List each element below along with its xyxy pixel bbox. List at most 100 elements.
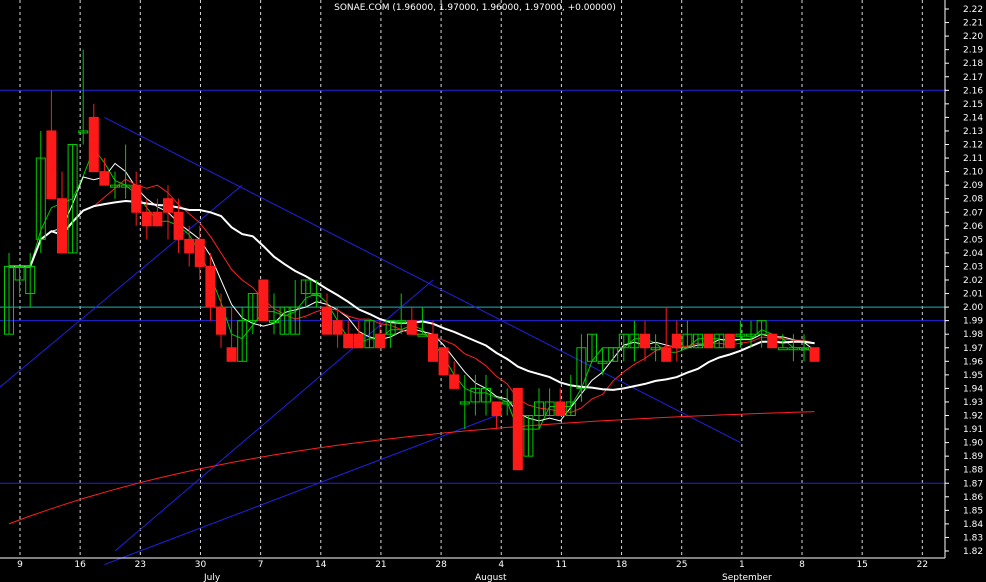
x-day-tick: 21 [375, 560, 386, 570]
x-day-tick: 25 [676, 560, 687, 570]
y-tick-label: 2.07 [963, 208, 983, 218]
candle-body [449, 374, 460, 389]
y-tick-label: 2.15 [963, 100, 983, 110]
candle-body [438, 347, 449, 376]
candle-body [332, 320, 343, 335]
candle-body [406, 320, 417, 335]
y-tick-label: 1.85 [963, 506, 983, 516]
y-tick-label: 2.02 [963, 276, 983, 286]
candlestick-chart: 9 16 23 30 7 14 21 28 4 11 18 25 1 8 15 222.222.212.202… [0, 0, 983, 582]
candle-body [141, 211, 152, 227]
candle-body [173, 211, 184, 240]
candle-body [777, 347, 788, 351]
candle-body [512, 387, 523, 471]
y-tick-label: 1.89 [963, 452, 983, 462]
x-day-tick: 16 [74, 560, 86, 570]
candle-body [767, 333, 778, 349]
candle-body [809, 347, 820, 362]
candle-body [163, 198, 173, 213]
x-month-tick: September [722, 573, 772, 582]
y-tick-label: 1.94 [963, 384, 983, 394]
candle-body [640, 333, 650, 349]
x-day-tick: 4 [498, 560, 504, 570]
y-tick-label: 2.17 [963, 73, 983, 83]
y-tick-label: 2.13 [963, 127, 983, 137]
ma-long-red-line [8, 411, 815, 525]
y-tick-label: 2.08 [963, 195, 983, 205]
x-day-tick: 1 [739, 560, 745, 570]
candle-body [205, 265, 216, 308]
candle-body [343, 333, 354, 349]
candle-body [491, 401, 502, 417]
trendline [104, 415, 497, 566]
y-tick-label: 2.18 [963, 59, 983, 69]
y-tick-label: 1.82 [963, 547, 983, 557]
y-tick-label: 1.88 [963, 466, 983, 476]
candle-body [555, 401, 566, 417]
x-day-tick: 23 [135, 560, 146, 570]
y-tick-label: 2.14 [963, 113, 983, 123]
x-day-tick: 28 [435, 560, 447, 570]
candle-body [88, 116, 99, 173]
candle-body [724, 333, 735, 349]
candle-body [226, 347, 237, 362]
candle-body [99, 171, 110, 186]
y-tick-label: 1.97 [963, 344, 983, 354]
x-day-tick: 18 [616, 560, 628, 570]
candle-body [428, 333, 438, 362]
candle-body [353, 333, 364, 349]
candle-body [322, 306, 332, 335]
y-tick-label: 1.86 [963, 493, 983, 503]
y-tick-label: 2.01 [963, 290, 983, 300]
x-day-tick: 11 [556, 560, 567, 570]
vertical-grid [19, 0, 923, 558]
y-tick-label: 1.84 [963, 520, 983, 530]
y-tick-label: 2.00 [963, 303, 983, 313]
y-tick-label: 2.09 [963, 181, 983, 191]
candle-body [57, 198, 67, 254]
x-day-tick: 7 [258, 560, 264, 570]
candle-body [194, 238, 205, 267]
y-tick-label: 2.10 [963, 168, 983, 178]
y-tick-label: 2.05 [963, 235, 983, 245]
x-day-tick: 9 [17, 560, 23, 570]
candle-body [184, 238, 195, 254]
y-tick-label: 2.20 [963, 32, 983, 42]
y-tick-label: 1.99 [963, 317, 983, 327]
y-tick-label: 2.21 [963, 19, 983, 29]
candle-body [216, 306, 226, 335]
x-day-tick: 8 [799, 560, 805, 570]
y-tick-label: 2.22 [963, 5, 983, 15]
trendlines [0, 116, 741, 566]
y-tick-label: 1.91 [963, 425, 983, 435]
chart-title: SONAE.COM (1.96000, 1.97000, 1.96000, 1.… [334, 3, 616, 13]
ma-fast-green-line [9, 147, 815, 430]
candle-body [661, 347, 672, 362]
candles [4, 49, 820, 471]
candle-body [703, 333, 714, 349]
candle-body [152, 211, 163, 227]
y-tick-label: 1.83 [963, 533, 983, 543]
y-tick-label: 2.19 [963, 46, 983, 56]
y-tick-label: 2.12 [963, 141, 983, 151]
ma-red-line [9, 178, 815, 414]
y-tick-label: 1.93 [963, 398, 983, 408]
y-tick-label: 1.90 [963, 439, 983, 449]
candle-body [375, 333, 385, 349]
y-tick-label: 1.98 [963, 330, 983, 340]
candle-body [46, 130, 57, 200]
y-tick-label: 1.95 [963, 371, 983, 381]
y-tick-label: 2.16 [963, 86, 983, 96]
y-tick-label: 1.96 [963, 357, 983, 367]
y-tick-label: 1.87 [963, 479, 983, 489]
x-day-tick: 14 [315, 560, 327, 570]
y-tick-label: 1.92 [963, 412, 983, 422]
y-tick-label: 2.04 [963, 249, 983, 259]
y-tick-label: 2.06 [963, 222, 983, 232]
x-day-tick: 15 [856, 560, 867, 570]
candle-body [258, 279, 269, 322]
x-day-tick: 22 [917, 560, 928, 570]
ma-slow-white-line [9, 199, 815, 391]
x-month-tick: July [203, 573, 221, 582]
x-month-tick: August [475, 573, 507, 582]
